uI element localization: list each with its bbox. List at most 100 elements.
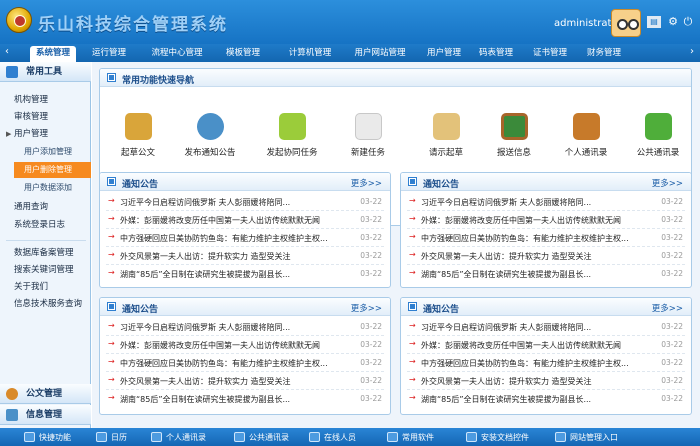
sidebar-item-login-log[interactable]: 系统登录日志 [0,217,91,233]
list-item[interactable]: → 外媒：彭丽媛将改变历任中国第一夫人出访传统默默无闻 03-22 [106,211,384,229]
notice-text[interactable]: 外交风景第一夫人出访：提升软实力 造型受关注 [421,376,641,387]
more-link[interactable]: 更多>> [351,177,382,189]
sidebar-section-documents[interactable]: 公文管理 [0,384,91,404]
list-item[interactable]: → 习近平今日启程访问俄罗斯 夫人彭丽媛将陪同... 03-22 [407,318,685,336]
sidebar-subitem-user-data[interactable]: 用户数据添加 [0,180,91,196]
bottom-item-calendar[interactable]: 日历 [96,431,127,444]
bottom-item-common-software[interactable]: 常用软件 [387,431,434,444]
power-icon[interactable]: ⏻ [681,15,695,29]
notice-text[interactable]: 外媒：彭丽媛将改变历任中国第一夫人出访传统默默无闻 [120,340,340,351]
notice-text[interactable]: 外交风景第一夫人出访：提升软实力 造型受关注 [421,251,641,262]
sidebar-subitem-user-add[interactable]: 用户添加管理 [0,144,91,160]
sidebar-item-query[interactable]: 通用查询 [0,199,91,215]
arrow-icon: → [409,196,416,205]
more-link[interactable]: 更多>> [652,177,683,189]
list-item[interactable]: → 习近平今日启程访问俄罗斯 夫人彭丽媛将陪同... 03-22 [106,193,384,211]
document-icon[interactable]: ▤ [647,16,661,28]
tab-system-management[interactable]: 系统管理 [30,46,76,62]
list-item[interactable]: → 外媒：彭丽媛将改变历任中国第一夫人出访传统默默无闻 03-22 [407,336,685,354]
list-item[interactable]: → 中方强硬回应日美协防钓鱼岛：有能力维护主权维护主权... 03-22 [407,354,685,372]
list-item[interactable]: → 习近平今日启程访问俄罗斯 夫人彭丽媛将陪同... 03-22 [407,193,685,211]
list-item[interactable]: → 中方强硬回应日美协防钓鱼岛：有能力维护主权维护主权... 03-22 [106,354,384,372]
sidebar-section-information[interactable]: 信息管理 [0,405,91,425]
notice-date: 03-22 [661,322,683,331]
sidebar-header-common-tools[interactable]: 常用工具 [0,62,91,82]
list-item[interactable]: → 外交风景第一夫人出访：提升软实力 造型受关注 03-22 [407,372,685,390]
gear-icon[interactable]: ⚙ [666,15,680,28]
quick-item-publish-notice[interactable]: 发布通知公告 [178,113,242,158]
tab-certificate[interactable]: 证书管理 [530,46,570,62]
notice-text[interactable]: 习近平今日启程访问俄罗斯 夫人彭丽媛将陪同... [421,197,641,208]
quick-item-new-task[interactable]: 新建任务 [336,113,400,158]
list-item[interactable]: → 外媒：彭丽媛将改变历任中国第一夫人出访传统默默无闻 03-22 [106,336,384,354]
list-item[interactable]: → 中方强硬回应日美协防钓鱼岛：有能力维护主权维护主权... 03-22 [106,229,384,247]
bottom-item-label: 在线人员 [324,433,356,442]
sidebar-item-user[interactable]: ▶ 用户管理 [0,126,91,142]
information-icon [6,409,18,421]
notice-text[interactable]: 习近平今日启程访问俄罗斯 夫人彭丽媛将陪同... [120,322,340,333]
tab-process-center[interactable]: 流程中心管理 [146,46,208,62]
quick-item-label: 新建任务 [350,148,385,158]
list-item[interactable]: → 湖南“85后”全日制在读研究生被提拔为副县长... 03-22 [106,265,384,283]
sidebar-item-audit[interactable]: 审核管理 [0,109,91,125]
list-item[interactable]: → 湖南“85后”全日制在读研究生被提拔为副县长... 03-22 [106,390,384,408]
list-item[interactable]: → 习近平今日启程访问俄罗斯 夫人彭丽媛将陪同... 03-22 [106,318,384,336]
sidebar-item-it-service[interactable]: 信息技术服务查询 [0,296,91,312]
notice-text[interactable]: 外媒：彭丽媛将改变历任中国第一夫人出访传统默默无闻 [421,215,641,226]
tab-user-management[interactable]: 用户管理 [424,46,464,62]
tab-finance[interactable]: 财务管理 [584,46,624,62]
tab-operation-management[interactable]: 运行管理 [88,46,130,62]
bottom-item-public-contacts[interactable]: 公共通讯录 [234,431,289,444]
quick-item-request-draft[interactable]: 请示起草 [414,113,478,158]
scroll-right-icon[interactable]: › [686,46,698,57]
sidebar-item-db-filing[interactable]: 数据库备案管理 [0,245,91,261]
sidebar-subitem-user-delete[interactable]: 用户删除管理 [14,162,91,178]
bottom-item-doc-control[interactable]: 安装文档控件 [466,431,529,444]
tab-template-management[interactable]: 模板管理 [222,46,264,62]
list-item[interactable]: → 外媒：彭丽媛将改变历任中国第一夫人出访传统默默无闻 03-22 [407,211,685,229]
notice-text[interactable]: 中方强硬回应日美协防钓鱼岛：有能力维护主权维护主权... [421,358,641,369]
tab-code-table[interactable]: 码表管理 [476,46,516,62]
bottom-item-label: 安装文档控件 [481,433,529,442]
notice-date: 03-22 [661,215,683,224]
notice-text[interactable]: 外媒：彭丽媛将改变历任中国第一夫人出访传统默默无闻 [120,215,340,226]
bottom-item-shortcuts[interactable]: 快捷功能 [24,431,71,444]
more-link[interactable]: 更多>> [351,302,382,314]
list-item[interactable]: → 外交风景第一夫人出访：提升软实力 造型受关注 03-22 [106,247,384,265]
quick-item-draft-document[interactable]: 起草公文 [106,113,170,158]
list-item[interactable]: → 中方强硬回应日美协防钓鱼岛：有能力维护主权维护主权... 03-22 [407,229,685,247]
sidebar-item-org[interactable]: 机构管理 [0,92,91,108]
sidebar-item-keywords[interactable]: 搜索关键词管理 [0,262,91,278]
quick-item-public-contacts[interactable]: 公共通讯录 [626,113,690,158]
list-item[interactable]: → 湖南“85后”全日制在读研究生被提拔为副县长... 03-22 [407,265,685,283]
notice-text[interactable]: 中方强硬回应日美协防钓鱼岛：有能力维护主权维护主权... [421,233,641,244]
sidebar-item-about[interactable]: 关于我们 [0,279,91,295]
tab-computer-management[interactable]: 计算机管理 [284,46,336,62]
list-item[interactable]: → 湖南“85后”全日制在读研究生被提拔为副县长... 03-22 [407,390,685,408]
notice-text[interactable]: 外媒：彭丽媛将改变历任中国第一夫人出访传统默默无闻 [421,340,641,351]
notice-text[interactable]: 习近平今日启程访问俄罗斯 夫人彭丽媛将陪同... [421,322,641,333]
notice-text[interactable]: 湖南“85后”全日制在读研究生被提拔为副县长... [120,269,340,280]
notice-text[interactable]: 外交风景第一夫人出访：提升软实力 造型受关注 [120,376,340,387]
avatar[interactable] [611,9,641,37]
notice-text[interactable]: 湖南“85后”全日制在读研究生被提拔为副县长... [120,394,340,405]
notice-text[interactable]: 中方强硬回应日美协防钓鱼岛：有能力维护主权维护主权... [120,233,340,244]
bottom-item-personal-contacts[interactable]: 个人通讯录 [151,431,206,444]
notice-text[interactable]: 湖南“85后”全日制在读研究生被提拔为副县长... [421,269,641,280]
notice-text[interactable]: 外交风景第一夫人出访：提升软实力 造型受关注 [120,251,340,262]
notice-text[interactable]: 习近平今日启程访问俄罗斯 夫人彭丽媛将陪同... [120,197,340,208]
quick-item-collaboration[interactable]: 发起协同任务 [260,113,324,158]
bottom-item-label: 个人通讯录 [166,433,206,442]
bottom-item-online-users[interactable]: 在线人员 [309,431,356,444]
notice-text[interactable]: 湖南“85后”全日制在读研究生被提拔为副县长... [421,394,641,405]
notice-text[interactable]: 中方强硬回应日美协防钓鱼岛：有能力维护主权维护主权... [120,358,340,369]
tab-user-website[interactable]: 用户网站管理 [350,46,410,62]
quick-item-submit-info[interactable]: 报送信息 [482,113,546,158]
quick-item-personal-contacts[interactable]: 个人通讯录 [554,113,618,158]
list-item[interactable]: → 外交风景第一夫人出访：提升软实力 造型受关注 03-22 [407,247,685,265]
scroll-left-icon[interactable]: ‹ [1,46,13,57]
list-item[interactable]: → 外交风景第一夫人出访：提升软实力 造型受关注 03-22 [106,372,384,390]
more-link[interactable]: 更多>> [652,302,683,314]
bullet-icon [108,303,115,310]
bottom-item-site-admin[interactable]: 网站管理入口 [555,431,618,444]
